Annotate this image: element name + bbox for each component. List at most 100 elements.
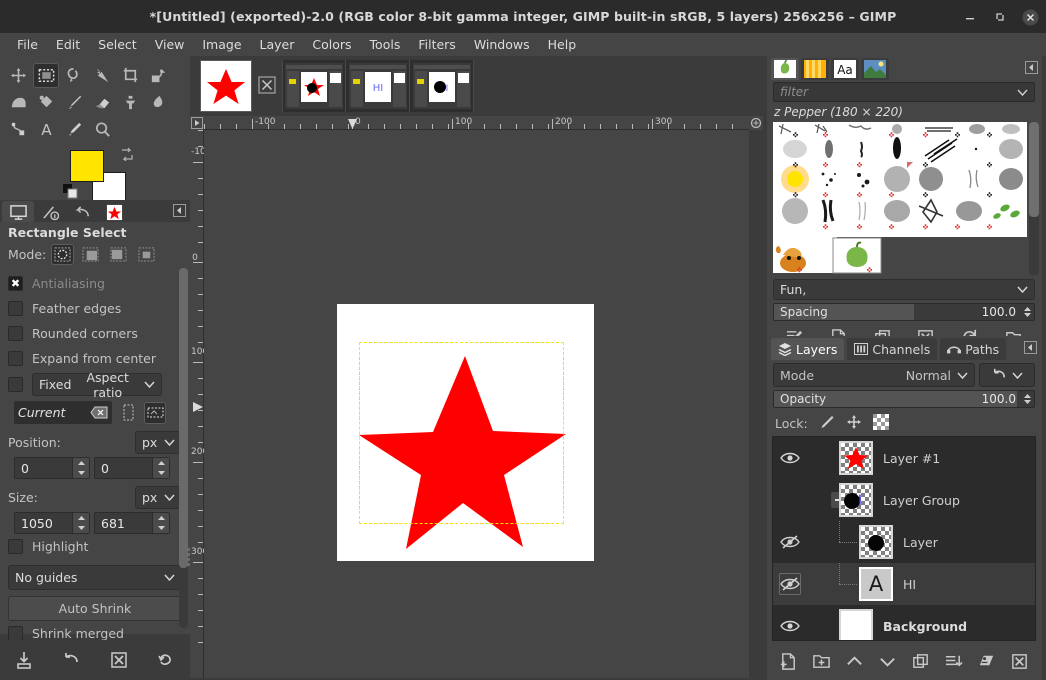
- lower-layer-icon[interactable]: [876, 649, 900, 673]
- free-select-tool[interactable]: [61, 63, 87, 88]
- tab-layers[interactable]: Layers: [771, 338, 845, 360]
- new-layer-group-icon[interactable]: [810, 649, 834, 673]
- reset-tool-options-icon[interactable]: [155, 649, 177, 671]
- feather-edges-row[interactable]: Feather edges: [8, 296, 190, 321]
- menu-help[interactable]: Help: [539, 34, 586, 55]
- brushes-tab[interactable]: [771, 58, 799, 80]
- horizontal-ruler[interactable]: -100 0 100 200 300: [204, 116, 749, 130]
- shrink-merged-checkbox[interactable]: [8, 626, 23, 641]
- brushes-dock-menu-icon[interactable]: [1025, 61, 1038, 74]
- raise-layer-icon[interactable]: [843, 649, 867, 673]
- size-width-stepper[interactable]: [72, 513, 89, 533]
- layer-thumbnail[interactable]: I: [839, 483, 873, 517]
- anchor-layer-icon[interactable]: [975, 649, 999, 673]
- spacing-stepper[interactable]: [1020, 306, 1034, 318]
- rounded-corners-row[interactable]: Rounded corners: [8, 321, 190, 346]
- table-row[interactable]: Background: [773, 605, 1035, 640]
- brush-grid-scrollbar[interactable]: [1029, 122, 1039, 275]
- stepper-down-icon[interactable]: [153, 468, 169, 478]
- tab-undo-history[interactable]: [66, 201, 98, 224]
- fixed-aspect-combo[interactable]: Fixed Aspect ratio: [32, 370, 162, 400]
- menu-layer[interactable]: Layer: [251, 34, 304, 55]
- stepper-up-icon[interactable]: [73, 513, 89, 523]
- guides-combo[interactable]: No guides: [8, 565, 182, 590]
- tab-paths[interactable]: Paths: [940, 338, 1007, 360]
- zoom-tool[interactable]: [89, 117, 115, 142]
- landscape-orientation-button[interactable]: [144, 401, 166, 424]
- crop-tool[interactable]: [117, 63, 143, 88]
- dock-menu-icon[interactable]: [173, 204, 186, 217]
- close-image-icon[interactable]: [258, 76, 276, 94]
- delete-layer-icon[interactable]: [1008, 649, 1032, 673]
- zoom-image-button[interactable]: [749, 116, 763, 130]
- menu-tools[interactable]: Tools: [361, 34, 410, 55]
- position-x-spinner[interactable]: 0: [14, 457, 90, 479]
- star-image-thumbnail[interactable]: [200, 60, 252, 112]
- close-icon[interactable]: [1022, 9, 1039, 25]
- unified-transform-tool[interactable]: [145, 63, 171, 88]
- mode-subtract-button[interactable]: [107, 244, 130, 265]
- text-tool[interactable]: A: [33, 117, 59, 142]
- eye-hidden-icon[interactable]: [779, 531, 801, 553]
- position-y-spinner[interactable]: 0: [94, 457, 170, 479]
- mode-replace-button[interactable]: [51, 244, 75, 265]
- tab-image-thumbnail[interactable]: [98, 201, 130, 224]
- menu-colors[interactable]: Colors: [303, 34, 360, 55]
- clone-tool[interactable]: [117, 90, 143, 115]
- screenshot-thumbnail-1[interactable]: [282, 60, 346, 112]
- brush-filter-input[interactable]: filter: [773, 82, 1035, 102]
- stepper-down-icon[interactable]: [73, 523, 89, 533]
- eraser-tool[interactable]: [89, 90, 115, 115]
- rectangle-selection-marquee[interactable]: [359, 342, 564, 524]
- duplicate-layer-icon[interactable]: [909, 649, 933, 673]
- fixed-checkbox[interactable]: [8, 377, 23, 392]
- layer-thumbnail[interactable]: [839, 441, 873, 475]
- layer-thumbnail[interactable]: [839, 609, 873, 640]
- screenshot-thumbnail-3[interactable]: I: [410, 60, 474, 112]
- layer-mode-combo[interactable]: Mode Normal: [773, 363, 975, 387]
- lock-pixels-icon[interactable]: [819, 414, 835, 433]
- table-row[interactable]: Layer #1: [773, 437, 1035, 479]
- position-y-stepper[interactable]: [152, 458, 169, 478]
- save-tool-preset-icon[interactable]: [13, 649, 35, 671]
- opacity-stepper[interactable]: [1020, 393, 1034, 405]
- smudge-tool[interactable]: [145, 90, 171, 115]
- menu-windows[interactable]: Windows: [465, 34, 539, 55]
- clear-icon[interactable]: [90, 406, 108, 419]
- layer-visibility-toggle[interactable]: [773, 479, 807, 521]
- scrollbar-thumb[interactable]: [179, 268, 188, 568]
- warp-transform-tool[interactable]: [5, 90, 31, 115]
- fonts-tab[interactable]: Aa: [831, 58, 859, 80]
- lock-alpha-icon[interactable]: [872, 413, 889, 433]
- tab-tool-options[interactable]: [2, 201, 34, 224]
- size-unit-combo[interactable]: px: [135, 486, 182, 509]
- highlight-checkbox[interactable]: [8, 539, 23, 554]
- lock-position-icon[interactable]: [846, 414, 862, 433]
- swap-colors-icon[interactable]: [120, 147, 134, 162]
- size-height-stepper[interactable]: [152, 513, 169, 533]
- reset-colors-icon[interactable]: [63, 184, 79, 200]
- delete-tool-preset-icon[interactable]: [108, 649, 130, 671]
- auto-shrink-button[interactable]: Auto Shrink: [8, 596, 182, 621]
- vertical-ruler[interactable]: -100 0 100 200 300: [190, 130, 211, 678]
- table-row[interactable]: Layer: [773, 521, 1035, 563]
- layer-visibility-toggle[interactable]: [773, 563, 807, 605]
- mode-add-button[interactable]: [79, 244, 102, 265]
- restore-tool-preset-icon[interactable]: [60, 649, 82, 671]
- portrait-orientation-button[interactable]: [117, 402, 139, 424]
- brush-grid-row-bottom[interactable]: [773, 237, 1027, 275]
- antialiasing-checkbox[interactable]: ✖: [8, 276, 23, 291]
- color-picker-tool[interactable]: [61, 117, 87, 142]
- layer-visibility-toggle[interactable]: [773, 605, 807, 640]
- tool-options-scrollbar[interactable]: [179, 268, 188, 628]
- paths-tool[interactable]: [5, 117, 31, 142]
- chevron-down-icon[interactable]: [1017, 88, 1028, 96]
- stepper-up-icon[interactable]: [73, 458, 89, 468]
- stepper-down-icon[interactable]: [153, 523, 169, 533]
- bucket-fill-tool[interactable]: [33, 90, 59, 115]
- expand-from-center-row[interactable]: Expand from center: [8, 346, 190, 371]
- patterns-tab[interactable]: [801, 58, 829, 80]
- brush-spacing-slider[interactable]: Spacing 100.0: [773, 303, 1035, 321]
- minimize-icon[interactable]: [962, 9, 978, 25]
- position-x-stepper[interactable]: [72, 458, 89, 478]
